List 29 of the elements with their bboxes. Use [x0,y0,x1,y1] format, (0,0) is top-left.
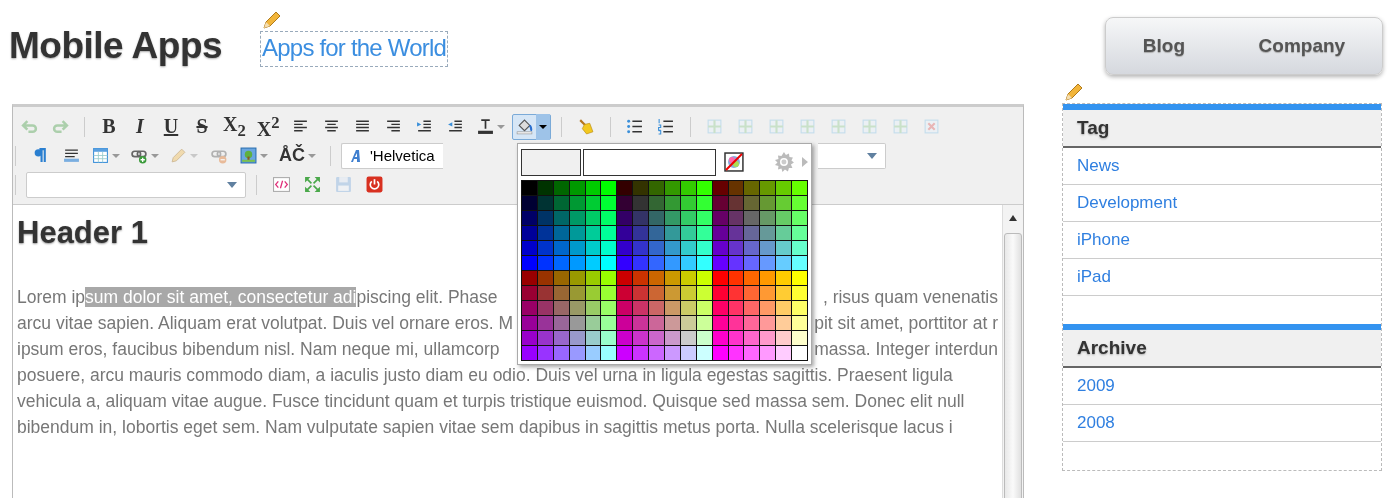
nav-link[interactable]: Company [1258,35,1346,57]
heading: Header 1 [17,215,148,251]
paragraph-line: arcu vitae sapien. Aliquam erat volutpat. Duis vel ornare eros. M [17,313,514,335]
widget-link[interactable]: iPhone [1063,222,1381,259]
tagline[interactable]: Apps for the World [260,31,448,67]
script-button[interactable]: X$_{2}$ [219,113,250,140]
paragraph-line: vehicula a, aliquam vitae augue. Fusce tincidunt quam et turpis tristique euismod. Quisque sed massa sem. Donec elit null [17,391,965,413]
bold-button[interactable]: B [95,113,123,140]
italic-button[interactable]: I [126,113,154,140]
widget-link[interactable]: 2008 [1063,405,1381,442]
widget-title: Archive [1063,330,1381,368]
nav-link[interactable]: Blog [1142,35,1185,57]
paragraph-line: , risus quam venenatis [822,287,998,309]
site-title: Mobile Apps [9,25,223,67]
widget-title: Tag [1063,110,1381,148]
paragraph-line: posuere, arcu mauris commodo diam, a iaculis justo diam eu odio. Duis vel urna in ligula egestas sagittis. Praesent ligula [17,365,953,387]
widget-link[interactable]: News [1063,148,1381,185]
widget-link[interactable]: iPad [1063,259,1381,296]
chars-button[interactable]: ÅČ [275,142,320,169]
script-button[interactable]: X$^{2}$ [252,113,284,140]
underline-button[interactable]: U [157,113,185,140]
paragraph-line: massa. Integer interdun [814,339,998,361]
widget-link[interactable]: 2009 [1063,368,1381,405]
strike-button[interactable]: S [188,113,216,140]
paragraph-line: pit sit amet, porttitor at r [814,313,998,335]
font-field[interactable]: 'Helvetica [341,142,443,169]
paragraph-line: ipsum eros, faucibus bibendum nisl. Nam neque mi, ullamcorp [17,339,500,361]
paragraph-line: bibendum in, lobortis eget sem. Nam vulputate sapien vitae sem dapibus in sagittis metus porta. Nulla scelerisque lacus i [17,417,953,439]
widget-link[interactable]: Development [1063,185,1381,222]
